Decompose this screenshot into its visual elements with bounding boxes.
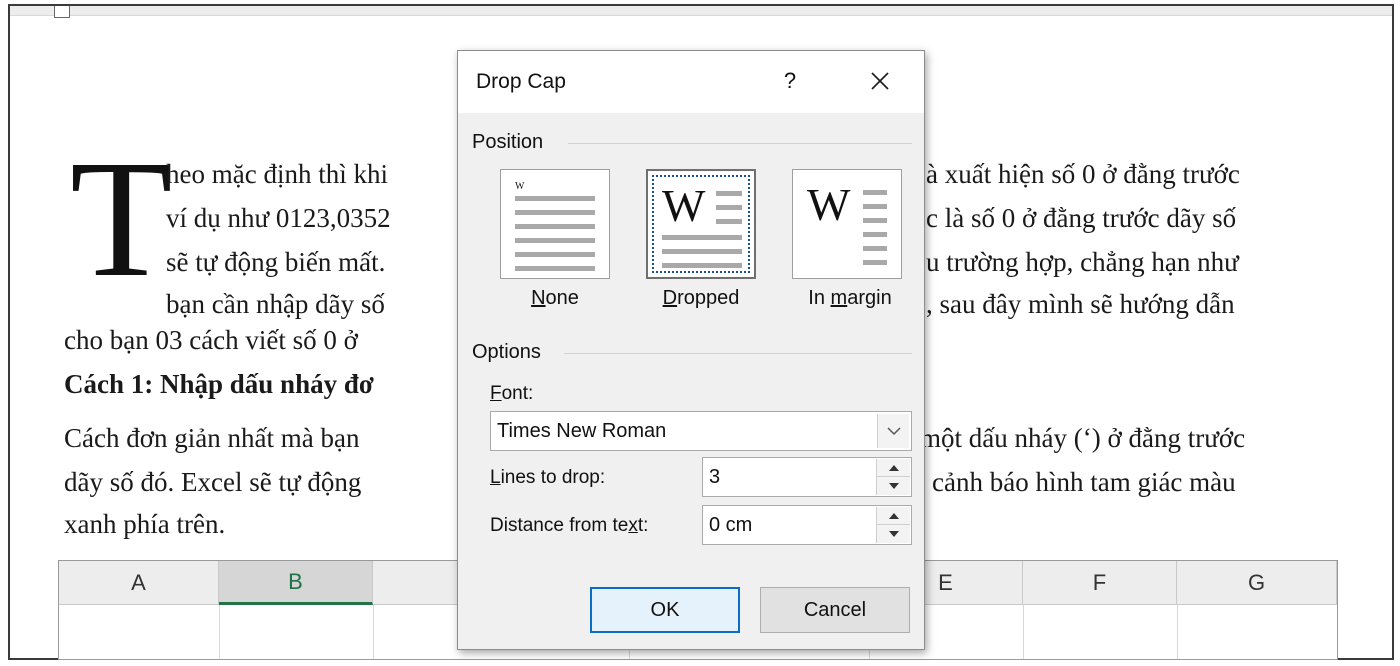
distance-from-text-value: 0 cm bbox=[709, 513, 753, 536]
spin-up-button[interactable] bbox=[877, 507, 910, 525]
text-boundary-marker bbox=[54, 6, 70, 18]
font-select-value: Times New Roman bbox=[497, 419, 667, 442]
spin-up-button[interactable] bbox=[877, 459, 910, 477]
caret-up-icon bbox=[888, 464, 899, 471]
close-button[interactable] bbox=[856, 61, 904, 101]
column-header-g: G bbox=[1177, 561, 1337, 605]
help-button[interactable]: ? bbox=[778, 63, 802, 99]
doc-line-5-left: cho bạn 03 cách viết số 0 ở bbox=[64, 325, 358, 355]
lines-to-drop-input[interactable]: 3 bbox=[702, 457, 912, 497]
drop-cap-dialog: Drop Cap ? Position W None W Dropped W I… bbox=[457, 50, 925, 650]
position-in-margin-option[interactable]: W bbox=[792, 169, 902, 279]
spin-down-button[interactable] bbox=[877, 525, 910, 543]
doc-line-1-right: à xuất hiện số 0 ở đằng trước bbox=[926, 159, 1240, 189]
caret-up-icon bbox=[888, 512, 899, 519]
doc-line-3-left: sẽ tự động biến mất. bbox=[166, 247, 386, 277]
ok-button[interactable]: OK bbox=[590, 587, 740, 633]
doc-line-8-left: dãy số đó. Excel sẽ tự động bbox=[64, 467, 362, 497]
grid-line bbox=[1177, 605, 1178, 659]
close-icon bbox=[871, 72, 889, 90]
caret-down-icon bbox=[888, 531, 899, 537]
doc-line-4-left: bạn cần nhập dãy số bbox=[166, 289, 385, 319]
grid-line bbox=[219, 605, 220, 659]
grid-line bbox=[1023, 605, 1024, 659]
chevron-down-icon bbox=[886, 427, 901, 436]
distance-from-text-input[interactable]: 0 cm bbox=[702, 505, 912, 545]
column-header-b: B bbox=[219, 561, 373, 605]
doc-line-8-right: cảnh báo hình tam giác màu bbox=[932, 467, 1236, 497]
position-dropped-label[interactable]: Dropped bbox=[638, 287, 764, 310]
lines-to-drop-spinner bbox=[876, 459, 910, 495]
doc-line-7-right: một dấu nháy (‘) ở đằng trước bbox=[920, 423, 1246, 453]
ruler-strip bbox=[10, 6, 1392, 16]
doc-line-1-left: heo mặc định thì khi bbox=[166, 159, 388, 189]
position-none-label[interactable]: None bbox=[500, 287, 610, 310]
lines-to-drop-value: 3 bbox=[709, 465, 721, 488]
doc-line-2-right: c là số 0 ở đằng trước dãy số bbox=[926, 203, 1237, 233]
group-divider bbox=[568, 143, 912, 144]
grid-line bbox=[373, 605, 374, 659]
spin-down-button[interactable] bbox=[877, 477, 910, 495]
doc-line-9-left: xanh phía trên. bbox=[64, 509, 226, 539]
column-header-a: A bbox=[59, 561, 219, 605]
position-none-option[interactable]: W bbox=[500, 169, 610, 279]
caret-down-icon bbox=[888, 483, 899, 489]
options-group-label: Options bbox=[472, 341, 541, 363]
position-dropped-option[interactable]: W bbox=[646, 169, 756, 279]
font-dropdown-button[interactable] bbox=[877, 414, 909, 448]
drop-cap-letter[interactable]: T bbox=[70, 135, 173, 303]
cancel-button[interactable]: Cancel bbox=[760, 587, 910, 633]
doc-heading-method-1: Cách 1: Nhập dấu nháy đơ bbox=[64, 369, 374, 399]
font-select[interactable]: Times New Roman bbox=[490, 411, 912, 451]
doc-line-7-left: Cách đơn giản nhất mà bạn bbox=[64, 423, 360, 453]
dialog-title-bar[interactable]: Drop Cap ? bbox=[458, 51, 924, 113]
doc-line-4-right: , sau đây mình sẽ hướng dẫn bbox=[926, 289, 1235, 319]
position-group-label: Position bbox=[472, 131, 544, 153]
group-divider bbox=[564, 353, 912, 354]
position-in-margin-label[interactable]: In margin bbox=[788, 287, 912, 310]
distance-spinner bbox=[876, 507, 910, 543]
dialog-title: Drop Cap bbox=[476, 70, 566, 93]
font-label: Font: bbox=[490, 383, 534, 404]
distance-from-text-label: Distance from text: bbox=[490, 515, 649, 536]
doc-line-3-right: u trường hợp, chẳng hạn như bbox=[926, 247, 1239, 277]
lines-to-drop-label: Lines to drop: bbox=[490, 467, 606, 488]
column-header-f: F bbox=[1023, 561, 1177, 605]
doc-line-2-left: ví dụ như 0123,0352 bbox=[166, 203, 391, 233]
